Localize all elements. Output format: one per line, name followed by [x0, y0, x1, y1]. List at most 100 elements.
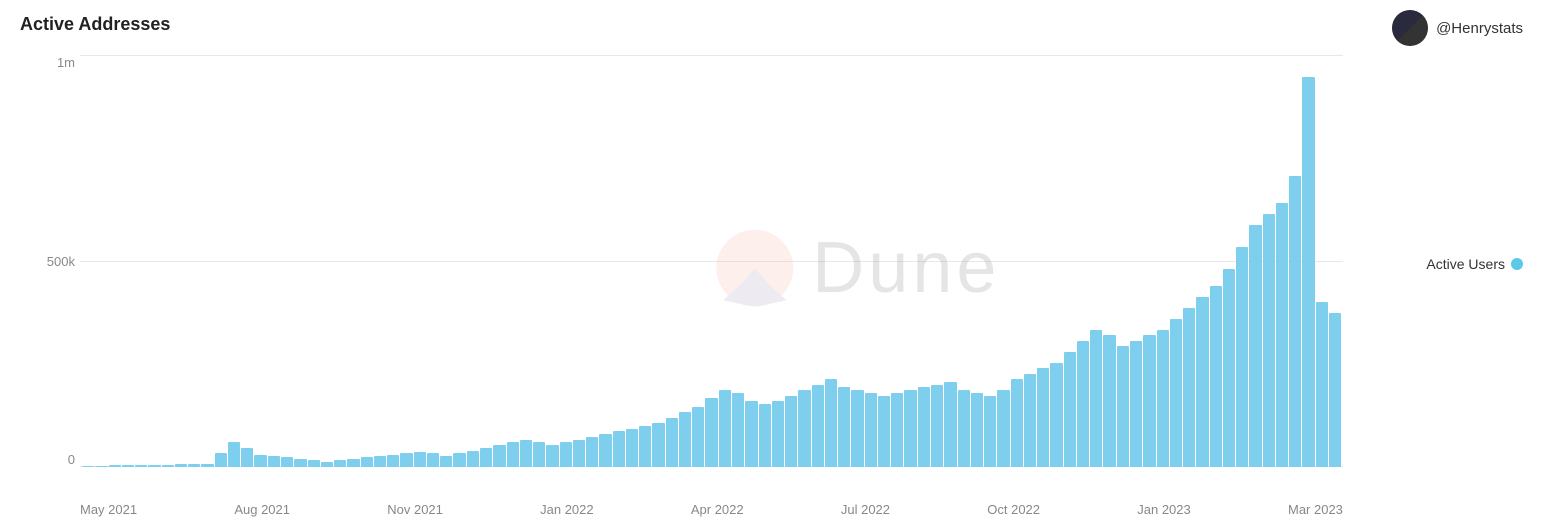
bar	[520, 440, 532, 467]
bar	[507, 442, 519, 467]
bar	[175, 464, 187, 467]
bar	[1077, 341, 1089, 467]
bar	[440, 456, 452, 467]
legend-dot	[1511, 258, 1523, 270]
bar	[1011, 379, 1023, 467]
bar	[1329, 313, 1341, 467]
bar	[241, 448, 253, 467]
bar	[1196, 297, 1208, 467]
bar	[812, 385, 824, 467]
bar	[1037, 368, 1049, 467]
bar	[467, 451, 479, 467]
bar	[1103, 335, 1115, 467]
bar	[308, 460, 320, 467]
bar	[1276, 203, 1288, 467]
bar	[626, 429, 638, 467]
bar	[1316, 302, 1328, 467]
bar	[891, 393, 903, 467]
bar	[652, 423, 664, 467]
bar	[719, 390, 731, 467]
bar	[679, 412, 691, 467]
bar	[334, 460, 346, 467]
bar	[984, 396, 996, 467]
bar	[944, 382, 956, 467]
bar	[281, 457, 293, 467]
x-label-2: Nov 2021	[387, 502, 443, 517]
bar	[692, 407, 704, 467]
bar	[613, 431, 625, 467]
x-axis: May 2021 Aug 2021 Nov 2021 Jan 2022 Apr …	[80, 502, 1343, 517]
x-label-5: Jul 2022	[841, 502, 890, 517]
bar	[904, 390, 916, 467]
bar	[1143, 335, 1155, 467]
bar	[268, 456, 280, 467]
x-label-8: Mar 2023	[1288, 502, 1343, 517]
bar	[1050, 363, 1062, 467]
bar	[560, 442, 572, 467]
x-label-6: Oct 2022	[987, 502, 1040, 517]
bar	[732, 393, 744, 467]
bar	[109, 465, 121, 467]
x-label-7: Jan 2023	[1137, 502, 1191, 517]
bar	[1236, 247, 1248, 467]
bar	[1024, 374, 1036, 467]
bar	[1223, 269, 1235, 467]
bar	[533, 442, 545, 467]
bar	[997, 390, 1009, 467]
x-label-3: Jan 2022	[540, 502, 594, 517]
y-label-bottom: 0	[68, 452, 75, 467]
bar	[493, 445, 505, 467]
bar	[785, 396, 797, 467]
bar	[254, 455, 266, 467]
y-axis: 1m 500k 0	[20, 55, 75, 467]
bar	[745, 401, 757, 467]
chart-container: Active Addresses @Henrystats 1m 500k 0 D…	[0, 0, 1543, 527]
x-label-1: Aug 2021	[234, 502, 290, 517]
bar	[162, 465, 174, 467]
bar	[586, 437, 598, 467]
bar	[838, 387, 850, 467]
bars-wrapper	[80, 55, 1343, 467]
bar	[798, 390, 810, 467]
bar	[639, 426, 651, 467]
bar	[1157, 330, 1169, 467]
y-label-mid: 500k	[47, 254, 75, 269]
legend: Active Users	[1426, 256, 1523, 272]
bar	[573, 440, 585, 467]
bar	[400, 453, 412, 467]
bar	[480, 448, 492, 467]
bar	[95, 466, 107, 467]
bar	[215, 453, 227, 467]
user-badge: @Henrystats	[1392, 10, 1523, 46]
bar	[294, 459, 306, 467]
bar	[321, 462, 333, 467]
bar	[361, 457, 373, 467]
bar	[148, 465, 160, 467]
bar	[374, 456, 386, 467]
bar	[347, 459, 359, 467]
bar	[851, 390, 863, 467]
bar	[427, 453, 439, 467]
bar	[705, 398, 717, 467]
legend-label: Active Users	[1426, 256, 1505, 272]
x-label-4: Apr 2022	[691, 502, 744, 517]
bar	[135, 465, 147, 467]
bar	[1249, 225, 1261, 467]
bar	[82, 466, 94, 467]
bar	[759, 404, 771, 467]
bar	[971, 393, 983, 467]
bar	[453, 453, 465, 467]
bar	[414, 452, 426, 467]
bar	[1130, 341, 1142, 467]
bar	[599, 434, 611, 467]
bar	[931, 385, 943, 467]
avatar	[1392, 10, 1428, 46]
bar	[188, 464, 200, 467]
bar	[1183, 308, 1195, 467]
y-label-top: 1m	[57, 55, 75, 70]
bar	[1263, 214, 1275, 467]
chart-title: Active Addresses	[20, 14, 170, 35]
bar	[387, 455, 399, 467]
bar	[546, 445, 558, 467]
bar	[1170, 319, 1182, 467]
